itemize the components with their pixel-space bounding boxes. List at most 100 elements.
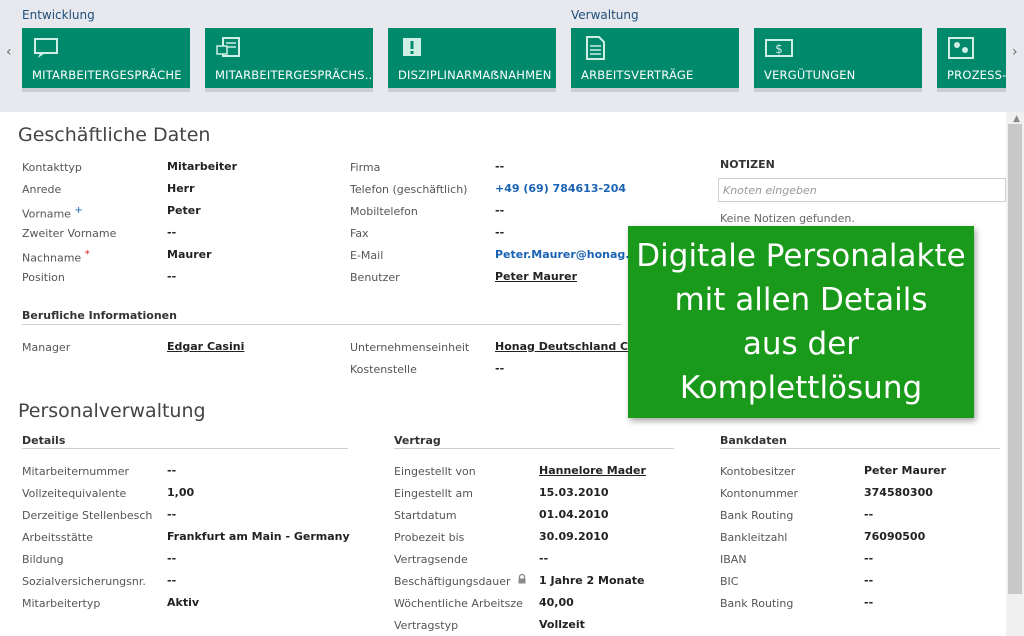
field-label: IBAN: [720, 553, 747, 566]
field-label: Sozialversicherungsnr.: [22, 575, 146, 588]
section-title-business: Geschäftliche Daten: [18, 124, 211, 146]
field-label: Probezeit bis: [394, 531, 465, 544]
divider: [394, 448, 674, 449]
manager-lookup-link[interactable]: Edgar Casini: [167, 340, 244, 353]
tile-prozess[interactable]: PROZESS-R: [937, 28, 1006, 92]
field-value[interactable]: --: [167, 574, 176, 587]
field-label-manager: Manager: [22, 341, 71, 354]
divider: [22, 448, 348, 449]
subsection-contract: Vertrag: [394, 434, 441, 447]
field-value[interactable]: 374580300: [864, 486, 933, 499]
field-label: Vertragsende: [394, 553, 468, 566]
field-value[interactable]: Herr: [167, 182, 195, 195]
field-label-nachname: Nachname *: [22, 249, 90, 265]
ribbon-next-arrow[interactable]: ›: [1012, 44, 1018, 60]
field-value[interactable]: --: [864, 596, 873, 609]
field-value[interactable]: --: [495, 226, 504, 239]
banner-text: Digitale Personalakte mit allen Details …: [636, 234, 965, 410]
field-label: Benutzer: [350, 271, 400, 284]
field-label: Bank Routing: [720, 597, 794, 610]
hired-by-lookup-link[interactable]: Hannelore Mader: [539, 464, 646, 477]
field-value[interactable]: --: [167, 552, 176, 565]
field-value[interactable]: Vollzeit: [539, 618, 585, 631]
document-chat-icon: [216, 37, 240, 57]
field-label: BIC: [720, 575, 739, 588]
recommended-marker: +: [74, 205, 83, 216]
dollar-bill-icon: $: [765, 39, 793, 57]
tile-label: VERGÜTUNGEN: [764, 68, 856, 82]
field-value[interactable]: 1,00: [167, 486, 194, 499]
field-value[interactable]: 40,00: [539, 596, 574, 609]
field-label: E-Mail: [350, 249, 384, 262]
cost-center-value[interactable]: --: [495, 362, 504, 375]
field-value[interactable]: --: [539, 552, 548, 565]
field-value[interactable]: --: [495, 204, 504, 217]
field-label: Mitarbeiternummer: [22, 465, 130, 478]
field-label-unit: Unternehmenseinheit: [350, 341, 470, 354]
field-value[interactable]: Mitarbeiter: [167, 160, 237, 173]
field-label: Fax: [350, 227, 369, 240]
field-label: Mitarbeitertyp: [22, 597, 101, 610]
phone-link[interactable]: +49 (69) 784613-204: [495, 182, 626, 195]
field-label: Kontobesitzer: [720, 465, 796, 478]
field-value[interactable]: Peter Maurer: [864, 464, 946, 477]
field-label: Eingestellt am: [394, 487, 473, 500]
field-label: Bildung: [22, 553, 64, 566]
field-value[interactable]: --: [167, 226, 176, 239]
tile-disziplinarmassnahmen[interactable]: DISZIPLINARMAẞNAHMEN: [388, 28, 556, 92]
lock-icon: [518, 574, 526, 584]
group-label-verwaltung: Verwaltung: [571, 8, 639, 22]
field-value[interactable]: --: [167, 270, 176, 283]
field-label: Wöchentliche Arbeitsze: [394, 597, 523, 610]
field-value[interactable]: --: [167, 508, 176, 521]
banner-line: aus der: [742, 326, 860, 362]
tile-ribbon: Entwicklung Verwaltung ‹ › MITARBEITERGE…: [0, 0, 1024, 112]
tile-label: ARBEITSVERTRÄGE: [581, 68, 694, 82]
scroll-up-arrow-icon[interactable]: ▲: [1013, 114, 1020, 124]
field-value[interactable]: Peter: [167, 204, 201, 217]
field-label: Zweiter Vorname: [22, 227, 117, 240]
banner-line: Digitale Personalakte: [636, 238, 966, 274]
tile-arbeitsvertraege[interactable]: ARBEITSVERTRÄGE: [571, 28, 739, 92]
field-value[interactable]: Frankfurt am Main - Germany: [167, 530, 350, 543]
divider: [22, 324, 622, 325]
field-value[interactable]: 76090500: [864, 530, 925, 543]
section-title-personnel: Personalverwaltung: [18, 400, 206, 422]
field-label: Mobiltelefon: [350, 205, 418, 218]
field-label: Vertragstyp: [394, 619, 459, 632]
banner-line: Komplettlösung: [679, 370, 923, 406]
field-value[interactable]: --: [864, 552, 873, 565]
ribbon-prev-arrow[interactable]: ‹: [6, 44, 12, 60]
field-value[interactable]: --: [864, 574, 873, 587]
field-label-cost-center: Kostenstelle: [350, 363, 417, 376]
field-value[interactable]: --: [167, 464, 176, 477]
document-icon: [586, 36, 605, 60]
field-label: Derzeitige Stellenbesch: [22, 509, 153, 522]
required-marker: *: [84, 249, 90, 260]
field-label: Vollzeitequivalente: [22, 487, 127, 500]
field-label: Eingestellt von: [394, 465, 476, 478]
field-value[interactable]: --: [495, 160, 504, 173]
tile-label: DISZIPLINARMAẞNAHMEN: [398, 68, 552, 82]
field-value[interactable]: 30.09.2010: [539, 530, 609, 543]
subsection-bank: Bankdaten: [720, 434, 787, 447]
divider: [720, 448, 1000, 449]
field-label: Beschäftigungsdauer: [394, 575, 511, 588]
vertical-scrollbar[interactable]: ▲: [1006, 112, 1024, 636]
tile-mitarbeitergespraeche[interactable]: MITARBEITERGESPRÄCHE: [22, 28, 190, 92]
field-value[interactable]: Maurer: [167, 248, 212, 261]
tile-label: MITARBEITERGESPRÄCHS...: [215, 68, 373, 82]
user-lookup-link[interactable]: Peter Maurer: [495, 270, 577, 283]
tile-mitarbeitergespraechs-more[interactable]: MITARBEITERGESPRÄCHS...: [205, 28, 373, 92]
scrollbar-thumb[interactable]: [1008, 124, 1022, 594]
field-value[interactable]: Aktiv: [167, 596, 199, 609]
field-value: 1 Jahre 2 Monate: [539, 574, 645, 587]
field-value[interactable]: 15.03.2010: [539, 486, 609, 499]
tile-verguetungen[interactable]: $ VERGÜTUNGEN: [754, 28, 922, 92]
notes-input[interactable]: Knoten eingeben: [718, 178, 1006, 202]
field-label: Firma: [350, 161, 381, 174]
field-value[interactable]: 01.04.2010: [539, 508, 609, 521]
field-value[interactable]: --: [864, 508, 873, 521]
exclamation-icon: [403, 38, 421, 56]
field-label: Bank Routing: [720, 509, 794, 522]
